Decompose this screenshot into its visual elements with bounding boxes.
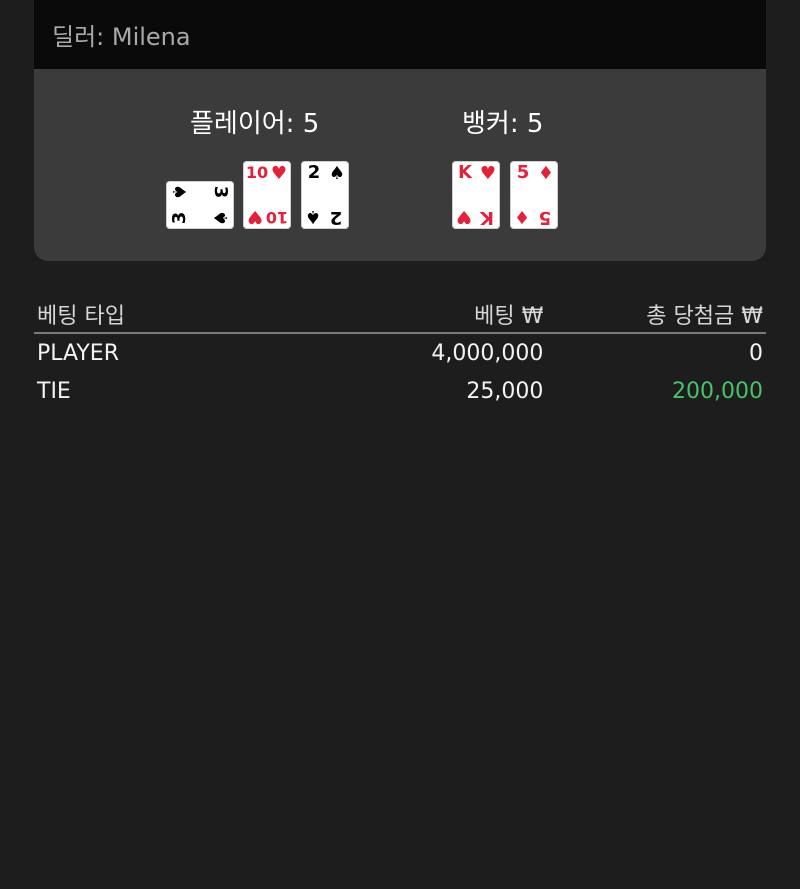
payout-cell: 200,000 — [672, 378, 763, 404]
player-card-2: 10 ♥ ♥ 10 — [243, 161, 291, 229]
header-bet-type: 베팅 타입 — [34, 296, 327, 334]
heart-icon: ♥ — [247, 206, 264, 227]
banker-card-2: 5 ♦ ♦ 5 — [510, 161, 558, 229]
card-rank: 10 — [265, 208, 289, 227]
bet-amount-cell: 25,000 — [466, 378, 544, 404]
card-rank: K — [458, 162, 472, 183]
table-row: TIE 25,000 200,000 — [34, 372, 766, 410]
header-bet-amount: 베팅 ₩ — [326, 296, 547, 334]
card-rank: 3 — [210, 185, 231, 199]
player-card-1: 3 ♠ ♠ 3 — [166, 181, 234, 229]
card-rank: 2 — [307, 162, 321, 183]
heart-icon: ♥ — [479, 163, 496, 184]
heart-icon: ♥ — [270, 163, 287, 184]
card-rank: K — [480, 207, 494, 228]
spade-icon: ♠ — [210, 209, 232, 227]
spade-icon: ♠ — [305, 206, 322, 227]
heart-icon: ♥ — [456, 206, 473, 227]
bet-type-cell: TIE — [37, 378, 71, 404]
spade-icon: ♠ — [328, 163, 345, 184]
payout-cell: 0 — [749, 340, 763, 366]
card-board: 플레이어: 5 뱅커: 5 3 ♠ ♠ 3 10 ♥ ♥ 10 2 ♠ ♠ 2 … — [34, 69, 766, 261]
spade-icon: ♠ — [168, 183, 190, 201]
card-rank: 2 — [329, 207, 343, 228]
header-total-payout: 총 당첨금 ₩ — [546, 296, 766, 334]
card-rank: 10 — [245, 163, 269, 182]
table-header-row: 베팅 타입 베팅 ₩ 총 당첨금 ₩ — [34, 296, 766, 334]
bet-amount-cell: 4,000,000 — [431, 340, 544, 366]
banker-card-1: K ♥ ♥ K — [452, 161, 500, 229]
bets-table: 베팅 타입 베팅 ₩ 총 당첨금 ₩ PLAYER 4,000,000 0 TI… — [34, 296, 766, 410]
bet-type-cell: PLAYER — [37, 340, 119, 366]
card-rank: 5 — [538, 207, 552, 228]
diamond-icon: ♦ — [514, 206, 531, 227]
dealer-bar: 딜러: Milena — [34, 0, 766, 69]
card-rank: 3 — [169, 211, 190, 225]
player-card-3: 2 ♠ ♠ 2 — [301, 161, 349, 229]
diamond-icon: ♦ — [537, 163, 554, 184]
table-row: PLAYER 4,000,000 0 — [34, 333, 766, 372]
dealer-name: 딜러: Milena — [52, 23, 191, 51]
player-score-title: 플레이어: 5 — [190, 109, 320, 139]
card-rank: 5 — [516, 162, 530, 183]
banker-score-title: 뱅커: 5 — [462, 109, 544, 139]
